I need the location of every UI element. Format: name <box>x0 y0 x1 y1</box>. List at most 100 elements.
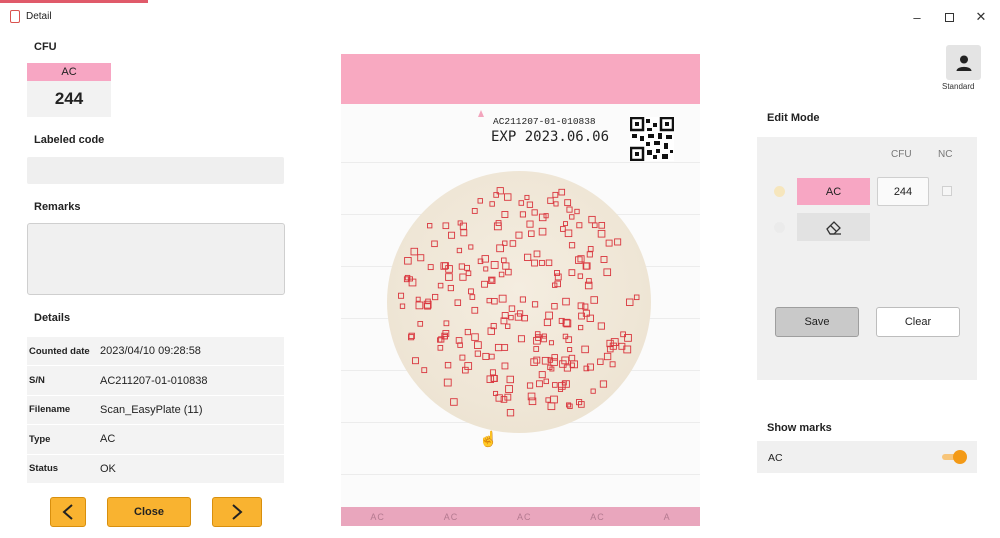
colony-mark <box>505 385 513 393</box>
colony-mark <box>552 382 558 388</box>
colony-mark <box>462 366 469 374</box>
close-icon: ✕ <box>975 9 987 24</box>
edit-mode-label: Edit Mode <box>767 112 820 124</box>
colony-mark <box>538 371 546 379</box>
colony-mark <box>459 354 466 361</box>
colony-mark <box>554 273 562 281</box>
plate-line <box>341 162 700 163</box>
colony-mark <box>447 284 454 292</box>
user-mode-button[interactable] <box>946 45 981 80</box>
colony-mark <box>524 194 530 200</box>
colony-mark <box>514 313 522 321</box>
colony-mark <box>412 357 419 365</box>
ac-type-button[interactable]: AC <box>797 178 870 205</box>
window-title: Detail <box>26 11 52 22</box>
colony-mark <box>496 244 504 253</box>
colony-mark <box>460 229 468 237</box>
next-button[interactable] <box>212 497 262 527</box>
cfu-count-input[interactable]: 244 <box>877 177 929 206</box>
column-header-cfu: CFU <box>891 149 912 160</box>
colony-mark <box>538 227 547 236</box>
colony-mark <box>489 201 495 207</box>
colony-mark <box>564 199 572 207</box>
colony-mark <box>498 294 507 303</box>
colony-mark <box>547 197 554 204</box>
colony-mark <box>494 343 503 352</box>
colony-mark <box>588 215 596 224</box>
details-row-serial: S/N AC211207-01-010838 <box>27 366 284 396</box>
colony-mark <box>431 240 438 248</box>
ac-radio[interactable] <box>774 186 785 197</box>
edit-mode-panel <box>757 137 977 380</box>
plate-footer-band: AC AC AC AC A <box>341 507 700 526</box>
save-button[interactable]: Save <box>775 307 859 337</box>
plate-footer-label: AC <box>516 511 532 522</box>
colony-mark <box>465 270 472 277</box>
remarks-textarea[interactable] <box>27 223 285 295</box>
colony-mark <box>563 364 571 372</box>
colony-mark <box>587 246 594 252</box>
details-row-counted-date: Counted date 2023/04/10 09:28:58 <box>27 337 284 367</box>
toggle-knob <box>953 450 967 464</box>
colony-mark <box>603 352 612 361</box>
show-marks-item-label: AC <box>768 452 783 464</box>
plate-image[interactable]: AC211207-01-010838 EXP 2023.06.06 AC AC … <box>341 54 700 526</box>
colony-mark <box>551 303 558 310</box>
colony-mark <box>399 303 406 309</box>
colony-mark <box>633 294 640 301</box>
colony-mark <box>597 229 606 238</box>
nc-checkbox[interactable] <box>942 186 952 196</box>
details-value: OK <box>100 462 116 475</box>
colony-mark <box>498 271 505 278</box>
show-marks-toggle[interactable] <box>942 450 967 464</box>
colony-mark <box>404 257 412 265</box>
colony-mark <box>547 402 556 411</box>
colony-mark <box>506 409 515 417</box>
colony-mark <box>519 296 526 303</box>
colony-mark <box>531 209 538 216</box>
colony-mark <box>590 388 596 394</box>
colony-mark <box>614 238 622 246</box>
colony-mark <box>505 268 512 276</box>
clear-button[interactable]: Clear <box>876 307 960 337</box>
window-close-button[interactable]: ✕ <box>970 8 992 26</box>
colony-mark <box>543 318 552 327</box>
colony-mark <box>437 345 444 351</box>
user-mode-label: Standard <box>942 82 975 91</box>
details-key: Counted date <box>29 345 90 357</box>
colony-mark <box>543 378 549 385</box>
minimize-button[interactable]: – <box>906 8 928 26</box>
colony-mark <box>427 264 434 271</box>
colony-mark <box>533 250 541 258</box>
colony-mark <box>417 321 424 327</box>
eraser-button[interactable] <box>797 213 870 241</box>
colony-mark <box>581 345 589 354</box>
colony-mark <box>626 298 634 306</box>
colony-mark <box>577 273 584 279</box>
close-button[interactable]: Close <box>107 497 191 527</box>
cfu-type-badge: AC <box>27 63 111 81</box>
colony-mark <box>448 231 456 239</box>
maximize-icon <box>944 12 954 22</box>
colony-mark <box>598 222 606 229</box>
colony-mark <box>560 226 566 232</box>
previous-button[interactable] <box>50 497 86 527</box>
labeled-code-field <box>27 157 284 184</box>
colony-mark <box>421 367 428 374</box>
colony-mark <box>490 261 499 269</box>
colony-mark <box>506 375 514 384</box>
plate-triangle-marker <box>478 110 484 117</box>
colony-mark <box>575 256 583 264</box>
colony-mark <box>504 193 512 201</box>
colony-mark <box>471 208 478 214</box>
colony-mark <box>603 268 612 277</box>
app-document-icon <box>10 10 20 23</box>
colony-mark <box>443 320 450 327</box>
colony-mark <box>558 382 566 390</box>
chevron-left-icon <box>62 504 73 520</box>
eraser-radio[interactable] <box>774 222 785 233</box>
colony-mark <box>471 333 479 341</box>
cfu-count: 244 <box>27 81 111 117</box>
maximize-button[interactable] <box>938 8 960 26</box>
colony-mark <box>468 244 474 250</box>
